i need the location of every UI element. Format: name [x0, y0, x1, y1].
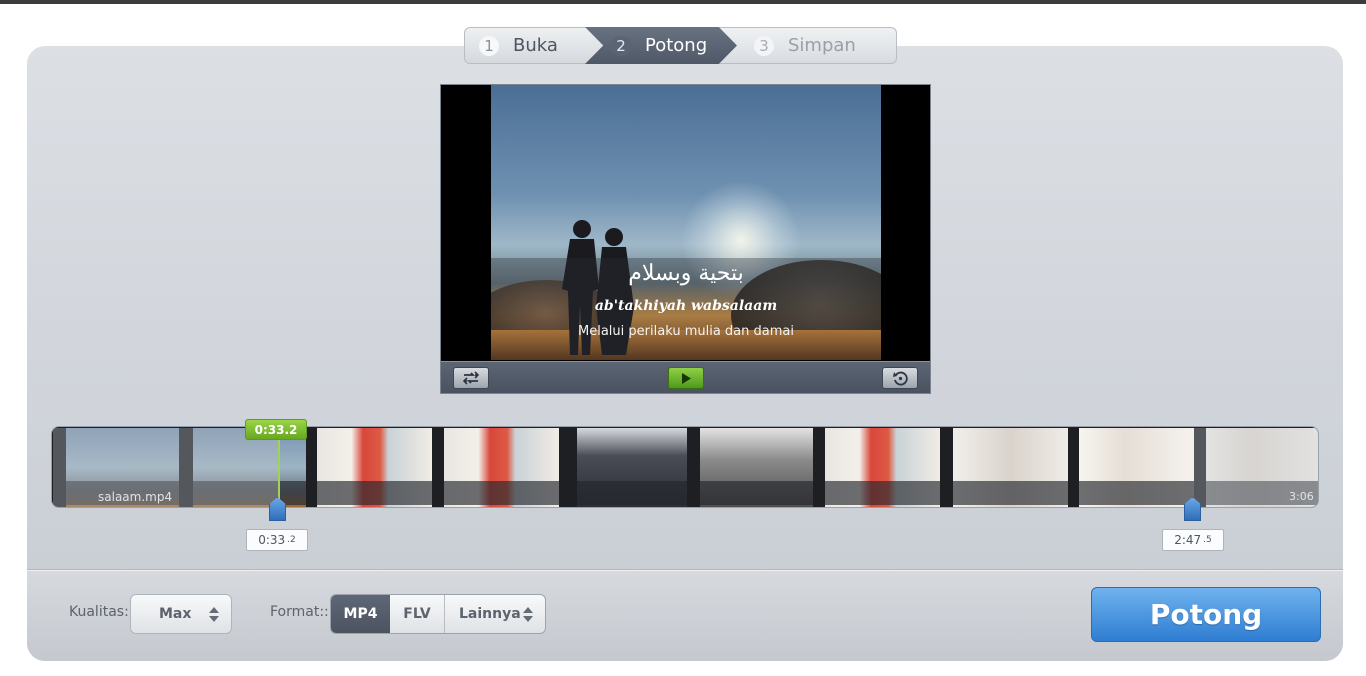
player-controls: [441, 361, 930, 393]
play-button[interactable]: [668, 367, 704, 389]
trim-end-main: 2:47: [1174, 533, 1202, 547]
timeline-strip[interactable]: salaam.mp4 3:06: [51, 426, 1319, 508]
format-more-dropdown[interactable]: Lainnya: [445, 595, 545, 633]
trim-button[interactable]: Potong: [1091, 587, 1321, 642]
format-flv-button[interactable]: FLV: [390, 595, 445, 633]
trim-end-frac: .5: [1203, 535, 1212, 545]
thumbnail: [317, 428, 432, 507]
current-time-badge: 0:33.2: [245, 419, 307, 440]
updown-arrows-icon: [523, 607, 533, 623]
shuffle-button[interactable]: [453, 367, 489, 389]
video-frame: بتحية وبسلام ab'takhiyah wabsalaam Melal…: [491, 85, 881, 360]
settings-divider: [27, 570, 1343, 571]
step-number: 2: [611, 35, 631, 56]
thumbnail: [700, 428, 813, 507]
play-icon: [682, 372, 691, 384]
replay-icon: [892, 371, 908, 385]
replay-button[interactable]: [882, 367, 918, 389]
shuffle-icon: [463, 371, 479, 385]
format-more-label: Lainnya: [459, 606, 521, 622]
step-open[interactable]: 1 Buka: [464, 27, 604, 64]
step-indicator: 1 Buka 3 Simpan 2 Potong: [464, 27, 897, 64]
video-preview[interactable]: بتحية وبسلام ab'takhiyah wabsalaam Melal…: [440, 84, 931, 394]
trim-end-time[interactable]: 2:47.5: [1162, 529, 1224, 551]
step-label: Simpan: [788, 35, 856, 56]
latin-caption: ab'takhiyah wabsalaam: [594, 298, 778, 314]
thumbnail: [577, 428, 687, 507]
video-subtitle: Melalui perilaku mulia dan damai: [578, 324, 794, 339]
arabic-caption: بتحية وبسلام: [628, 261, 744, 286]
format-selector: MP4 FLV Lainnya: [330, 594, 546, 634]
quality-select[interactable]: Max: [130, 594, 232, 634]
timeline-file-name: salaam.mp4: [98, 490, 173, 504]
quality-value: Max: [159, 606, 192, 622]
thumbnail: [825, 428, 940, 507]
format-label: Format::: [270, 604, 329, 620]
timeline-duration: 3:06: [1289, 490, 1314, 503]
window-top-border: [0, 0, 1366, 4]
trim-start-main: 0:33: [258, 533, 286, 547]
thumbnail: [1079, 428, 1194, 507]
trim-start-frac: .2: [287, 535, 296, 545]
thumbnail: [953, 428, 1068, 507]
updown-arrows-icon: [209, 607, 219, 623]
trim-start-time[interactable]: 0:33.2: [246, 529, 308, 551]
format-mp4-button[interactable]: MP4: [331, 595, 390, 633]
thumbnail: [444, 428, 559, 507]
step-label: Potong: [645, 35, 708, 56]
quality-label: Kualitas:: [69, 604, 129, 620]
step-number: 3: [754, 35, 774, 56]
step-number: 1: [479, 35, 499, 56]
step-label: Buka: [513, 35, 558, 56]
step-trim-active[interactable]: 2 Potong: [585, 27, 737, 64]
